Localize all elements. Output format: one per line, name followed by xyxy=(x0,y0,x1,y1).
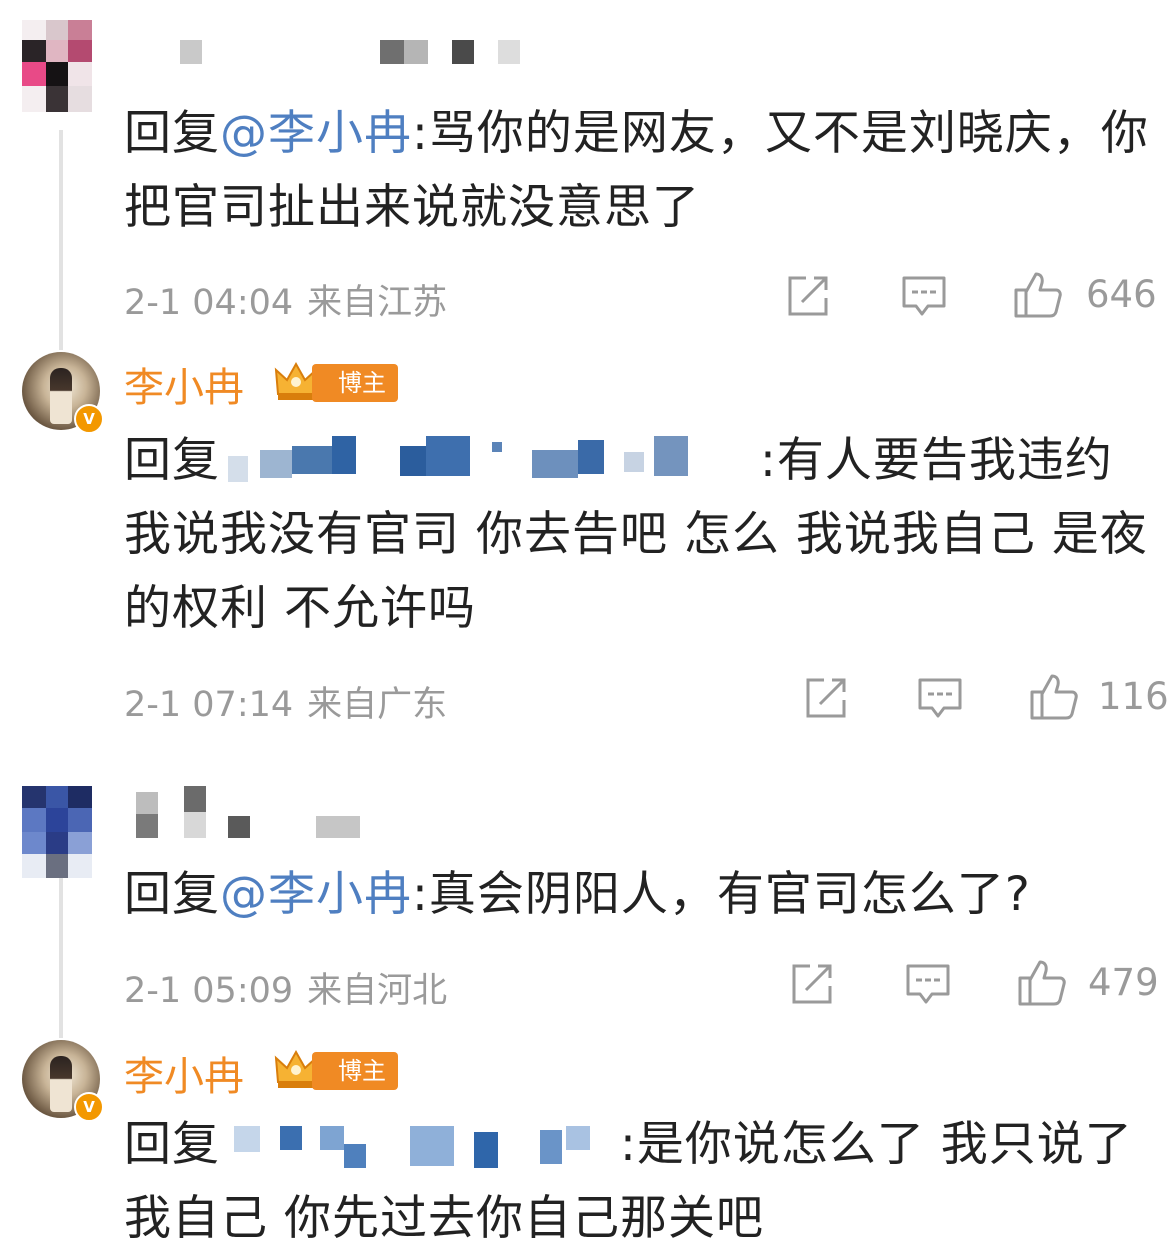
comment-3: 回复@李小冉:真会阴阳人，有官司怎么了? 2-1 05:09 来自河北 479 xyxy=(0,770,1170,1038)
thread-line xyxy=(59,878,63,1038)
share-icon[interactable] xyxy=(784,272,832,320)
comment-text: 回复 :有人要告我违约 我说我没有官司 你去告吧 怎么 我说我自己 是夜的权利 … xyxy=(124,433,1148,636)
timestamp: 2-1 05:09 xyxy=(124,971,294,1011)
thumbs-up-icon xyxy=(1028,670,1080,722)
mention-link[interactable]: @李小冉 xyxy=(220,867,412,922)
thumbs-up-icon xyxy=(1012,268,1064,320)
comment-text: 回复@李小冉:骂你的是网友，又不是刘晓庆，你把官司扯出来说就没意思了 xyxy=(124,106,1149,235)
comment-text: 回复@李小冉:真会阴阳人，有官司怎么了? xyxy=(124,867,1031,922)
comment-icon[interactable] xyxy=(900,272,948,320)
share-icon[interactable] xyxy=(788,960,836,1008)
username-redacted xyxy=(180,40,550,66)
like-button[interactable]: 116 xyxy=(1028,670,1169,722)
author-name[interactable]: 李小冉 xyxy=(124,1044,244,1102)
comment-4: V 李小冉 博主 回复 :是你说怎么了 我只说了我自己 你先过去你自己那关吧 xyxy=(0,1030,1170,1247)
avatar[interactable] xyxy=(22,20,92,112)
location: 来自河北 xyxy=(307,971,448,1011)
like-button[interactable]: 479 xyxy=(1016,956,1159,1008)
location: 来自广东 xyxy=(307,685,448,725)
comment-meta: 2-1 05:09 来自河北 xyxy=(124,962,447,1013)
timestamp: 2-1 07:14 xyxy=(124,685,294,725)
author-badge: 博主 xyxy=(312,1052,398,1090)
verified-v-icon: V xyxy=(74,404,104,434)
comment-1: 回复@李小冉:骂你的是网友，又不是刘晓庆，你把官司扯出来说就没意思了 2-1 0… xyxy=(0,0,1170,350)
location: 来自江苏 xyxy=(307,283,448,323)
like-count: 116 xyxy=(1098,674,1169,718)
comment-meta: 2-1 04:04 来自江苏 xyxy=(124,274,447,325)
username-redacted xyxy=(136,786,376,846)
mention-link[interactable]: @李小冉 xyxy=(220,106,412,161)
thumbs-up-icon xyxy=(1016,956,1068,1008)
like-button[interactable]: 646 xyxy=(1012,268,1157,320)
avatar[interactable] xyxy=(22,786,92,878)
timestamp: 2-1 04:04 xyxy=(124,283,294,323)
username-redacted xyxy=(220,435,760,486)
username-redacted xyxy=(220,1125,620,1170)
like-count: 646 xyxy=(1086,272,1157,316)
author-name[interactable]: 李小冉 xyxy=(124,355,244,413)
comment-2: V 李小冉 博主 回复 :有人要告我违约 我说我没有官司 你去告吧 怎么 我说我… xyxy=(0,340,1170,760)
like-count: 479 xyxy=(1088,960,1159,1004)
verified-v-icon: V xyxy=(74,1092,104,1122)
comment-icon[interactable] xyxy=(904,960,952,1008)
author-badge: 博主 xyxy=(312,364,398,402)
comment-meta: 2-1 07:14 来自广东 xyxy=(124,676,447,727)
comment-icon[interactable] xyxy=(916,674,964,722)
thread-line xyxy=(59,130,63,350)
share-icon[interactable] xyxy=(802,674,850,722)
comment-text: 回复 :是你说怎么了 我只说了我自己 你先过去你自己那关吧 xyxy=(124,1117,1133,1246)
